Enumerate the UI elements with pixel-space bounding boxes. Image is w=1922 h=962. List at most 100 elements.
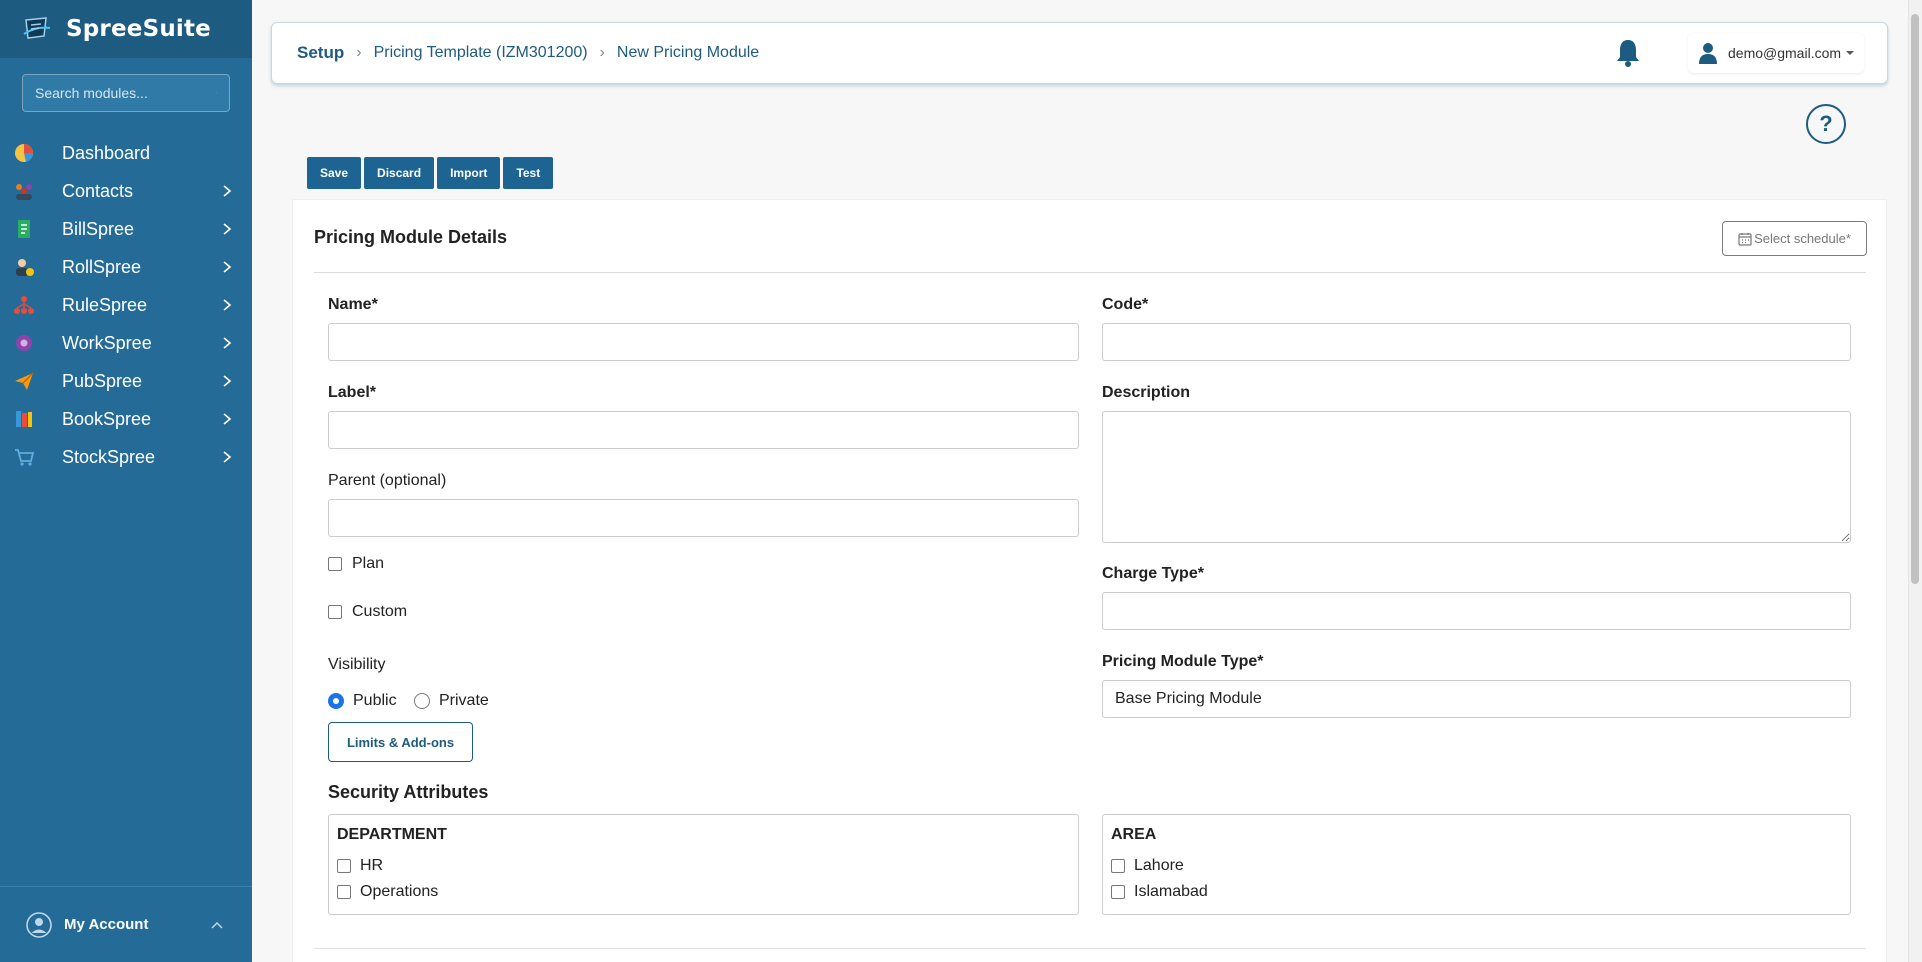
sidebar-item-label: RuleSpree bbox=[62, 294, 148, 315]
breadcrumb-current: New Pricing Module bbox=[616, 44, 760, 61]
sidebar-item-label: WorkSpree bbox=[62, 332, 152, 353]
charge-type-label: Charge Type* bbox=[1102, 565, 1204, 582]
rules-network-icon bbox=[12, 293, 36, 317]
private-label: Private bbox=[439, 692, 489, 709]
user-email: demo@gmail.com bbox=[1728, 45, 1842, 61]
sidebar-item-billspree[interactable]: BillSpree bbox=[0, 210, 252, 248]
lahore-checkbox[interactable] bbox=[1111, 859, 1125, 873]
lahore-label: Lahore bbox=[1134, 857, 1184, 874]
caret-down-icon bbox=[1846, 51, 1855, 55]
parent-label: Parent (optional) bbox=[328, 472, 447, 489]
department-title: DEPARTMENT bbox=[337, 826, 447, 843]
chevron-right-icon bbox=[223, 337, 232, 349]
description-textarea[interactable] bbox=[1102, 411, 1851, 543]
visibility-private-option[interactable]: Private bbox=[414, 692, 489, 710]
breadcrumb-pricing-template[interactable]: Pricing Template (IZM301200) bbox=[374, 44, 588, 62]
scrollbar-thumb[interactable] bbox=[1911, 14, 1919, 584]
bell-icon[interactable] bbox=[1614, 37, 1642, 69]
brand[interactable]: SpreeSuite bbox=[0, 0, 252, 58]
sidebar-item-stockspree[interactable]: StockSpree bbox=[0, 438, 252, 476]
visibility-public-option[interactable]: Public bbox=[328, 692, 397, 710]
books-icon bbox=[12, 407, 36, 431]
department-option-hr[interactable]: HR bbox=[337, 857, 383, 875]
department-option-operations[interactable]: Operations bbox=[337, 883, 438, 901]
sidebar-item-rulespree[interactable]: RuleSpree bbox=[0, 286, 252, 324]
custom-checkbox[interactable] bbox=[328, 605, 342, 619]
charge-type-input[interactable] bbox=[1102, 592, 1851, 630]
page-scrollbar[interactable] bbox=[1908, 0, 1922, 962]
pricing-module-card: Pricing Module Details Select schedule* … bbox=[292, 199, 1887, 962]
sidebar-item-label: Contacts bbox=[62, 180, 134, 201]
chevron-right-icon bbox=[223, 223, 232, 235]
chevron-up-icon[interactable] bbox=[210, 918, 224, 932]
help-button[interactable]: ? bbox=[1806, 104, 1846, 144]
user-menu[interactable]: demo@gmail.com bbox=[1688, 33, 1865, 73]
department-attribute-box: DEPARTMENT HR Operations bbox=[328, 814, 1079, 915]
user-circle-icon bbox=[26, 911, 52, 938]
breadcrumb-separator-icon: › bbox=[599, 44, 605, 61]
sidebar-item-pubspree[interactable]: PubSpree bbox=[0, 362, 252, 400]
sidebar-item-label: Dashboard bbox=[62, 142, 151, 163]
breadcrumb-separator-icon: › bbox=[356, 44, 362, 61]
description-label: Description bbox=[1102, 384, 1191, 401]
plan-label: Plan bbox=[352, 555, 385, 572]
area-title: AREA bbox=[1111, 826, 1157, 843]
label-label: Label* bbox=[328, 384, 377, 401]
save-button[interactable]: Save bbox=[307, 157, 362, 189]
islamabad-checkbox[interactable] bbox=[1111, 885, 1125, 899]
name-input[interactable] bbox=[328, 323, 1079, 361]
pie-chart-icon bbox=[12, 141, 36, 165]
shopping-cart-icon bbox=[12, 445, 36, 469]
import-button[interactable]: Import bbox=[437, 157, 501, 189]
islamabad-label: Islamabad bbox=[1134, 883, 1208, 900]
calendar-icon bbox=[1738, 232, 1752, 246]
sidebar-item-label: PubSpree bbox=[62, 370, 143, 391]
plan-checkbox-row[interactable]: Plan bbox=[328, 555, 384, 573]
sidebar-item-rollspree[interactable]: RollSpree bbox=[0, 248, 252, 286]
divider bbox=[314, 272, 1866, 273]
name-label: Name* bbox=[328, 296, 378, 313]
area-option-lahore[interactable]: Lahore bbox=[1111, 857, 1184, 875]
search-input[interactable] bbox=[35, 85, 216, 101]
hr-label: HR bbox=[360, 857, 384, 874]
sidebar-item-workspree[interactable]: WorkSpree bbox=[0, 324, 252, 362]
test-button[interactable]: Test bbox=[503, 157, 554, 189]
hr-checkbox[interactable] bbox=[337, 859, 351, 873]
chevron-right-icon bbox=[223, 413, 232, 425]
card-title: Pricing Module Details bbox=[314, 227, 508, 247]
select-schedule-label: Select schedule* bbox=[1754, 231, 1851, 246]
sidebar-item-contacts[interactable]: Contacts bbox=[0, 172, 252, 210]
private-radio[interactable] bbox=[414, 693, 430, 709]
user-icon bbox=[1699, 43, 1717, 64]
parent-input[interactable] bbox=[328, 499, 1079, 537]
visibility-label: Visibility bbox=[328, 656, 386, 673]
bill-document-icon bbox=[12, 217, 36, 241]
plan-checkbox[interactable] bbox=[328, 557, 342, 571]
select-schedule-button[interactable]: Select schedule* bbox=[1722, 221, 1867, 256]
area-option-islamabad[interactable]: Islamabad bbox=[1111, 883, 1208, 901]
my-account-menu[interactable]: My Account bbox=[0, 886, 252, 962]
search-box bbox=[22, 74, 230, 112]
sidebar-item-dashboard[interactable]: Dashboard bbox=[0, 134, 252, 172]
public-radio[interactable] bbox=[328, 693, 344, 709]
pricing-module-type-input[interactable] bbox=[1102, 680, 1851, 718]
operations-checkbox[interactable] bbox=[337, 885, 351, 899]
payroll-person-icon bbox=[12, 255, 36, 279]
custom-checkbox-row[interactable]: Custom bbox=[328, 603, 407, 621]
chevron-right-icon bbox=[223, 185, 232, 197]
sidebar-item-bookspree[interactable]: BookSpree bbox=[0, 400, 252, 438]
chevron-right-icon bbox=[223, 451, 232, 463]
label-input[interactable] bbox=[328, 411, 1079, 449]
breadcrumb-setup[interactable]: Setup bbox=[297, 43, 344, 63]
divider bbox=[314, 948, 1866, 949]
people-group-icon bbox=[12, 179, 36, 203]
sidebar-item-label: StockSpree bbox=[62, 446, 156, 467]
limits-addons-button[interactable]: Limits & Add-ons bbox=[328, 722, 473, 762]
search-icon[interactable] bbox=[216, 86, 217, 100]
discard-button[interactable]: Discard bbox=[364, 157, 435, 189]
code-input[interactable] bbox=[1102, 323, 1851, 361]
custom-label: Custom bbox=[352, 603, 408, 620]
sidebar-item-label: BookSpree bbox=[62, 408, 152, 429]
top-header: Setup › Pricing Template (IZM301200) › N… bbox=[271, 22, 1888, 84]
sidebar-item-label: BillSpree bbox=[62, 218, 135, 239]
